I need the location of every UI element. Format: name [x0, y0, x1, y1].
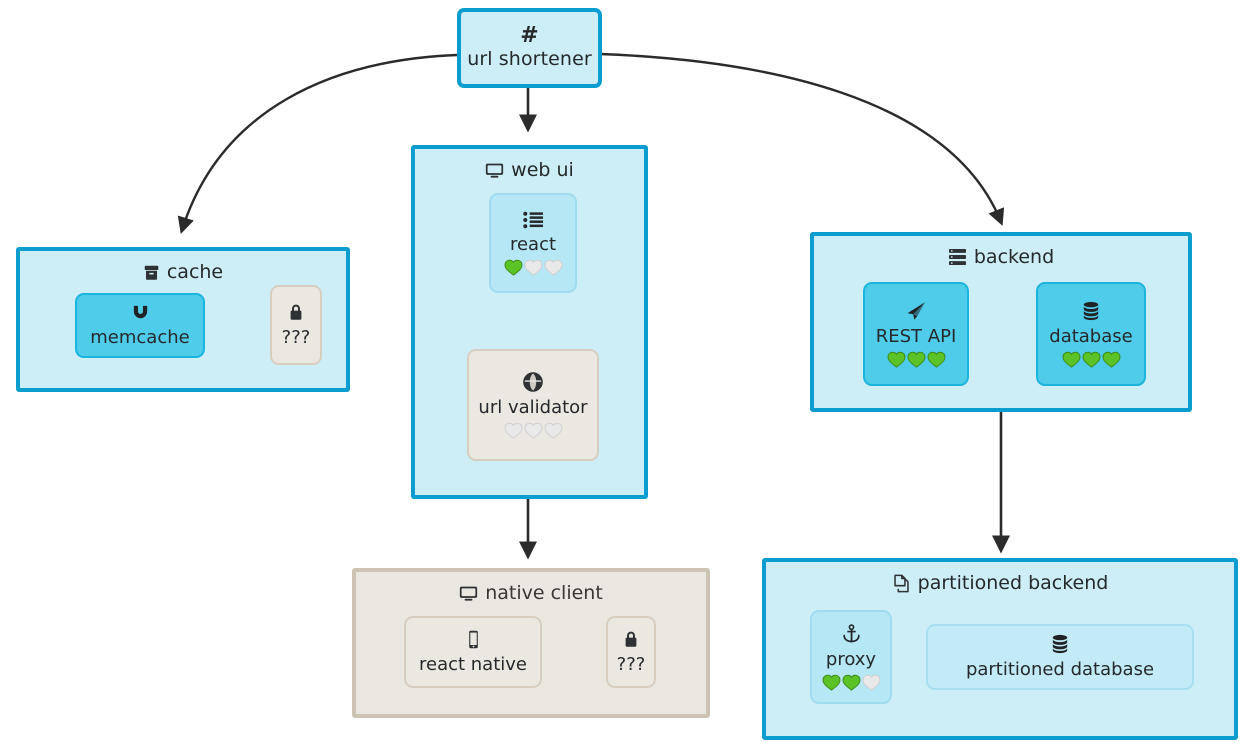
server-rack-icon	[948, 248, 967, 266]
globe-icon	[523, 371, 543, 392]
health-hearts-url-validator	[504, 422, 563, 439]
container-label: cache	[166, 261, 224, 283]
list-icon	[522, 211, 544, 229]
node-label: REST API	[875, 325, 957, 347]
container-native-client[interactable]: native client react native ???	[352, 568, 710, 718]
node-partitioned-database[interactable]: partitioned database	[926, 624, 1194, 690]
node-url-shortener[interactable]: # url shortener	[457, 8, 602, 88]
container-label: backend	[973, 246, 1055, 268]
database-icon	[1081, 301, 1101, 321]
node-label: react	[509, 233, 557, 255]
desktop-monitor-icon	[459, 585, 478, 602]
health-hearts-react	[504, 259, 563, 276]
node-label: react native	[418, 653, 527, 675]
container-title-web-ui: web ui	[415, 159, 644, 181]
container-label: partitioned backend	[917, 572, 1109, 594]
node-react-native[interactable]: react native	[404, 616, 542, 688]
container-label: web ui	[511, 159, 574, 181]
edge-root-to-backend	[599, 52, 1005, 226]
health-hearts-database	[1062, 351, 1121, 368]
node-url-validator[interactable]: url validator	[467, 349, 599, 461]
lock-icon	[623, 630, 639, 649]
container-title-backend: backend	[814, 246, 1188, 268]
hash-icon: #	[520, 23, 539, 48]
node-rest-api[interactable]: REST API	[863, 282, 969, 386]
node-database[interactable]: database	[1036, 282, 1146, 386]
node-proxy[interactable]: proxy	[810, 610, 892, 704]
container-title-partitioned-backend: partitioned backend	[766, 572, 1234, 594]
node-react[interactable]: react	[489, 193, 577, 293]
archive-box-icon	[143, 264, 160, 281]
database-icon	[1050, 634, 1070, 654]
node-memcache[interactable]: memcache	[75, 293, 205, 358]
container-cache[interactable]: cache memcache ???	[16, 247, 350, 392]
node-cache-unknown[interactable]: ???	[270, 285, 322, 365]
container-label: native client	[485, 582, 603, 604]
node-label: memcache	[90, 327, 190, 348]
node-label: database	[1049, 325, 1133, 347]
node-label: partitioned database	[965, 659, 1155, 680]
health-hearts-rest-api	[887, 351, 946, 368]
copy-pages-icon	[892, 574, 911, 593]
node-label: ???	[281, 326, 311, 348]
container-web-ui[interactable]: web ui react url validator	[411, 145, 648, 499]
node-label: url validator	[478, 396, 588, 418]
node-label: proxy	[825, 648, 877, 670]
lock-icon	[288, 303, 304, 322]
mobile-phone-icon	[467, 630, 480, 649]
health-hearts-proxy	[822, 674, 881, 691]
architecture-diagram-canvas: # url shortener cache memcache ??? web u…	[0, 0, 1252, 752]
container-backend[interactable]: backend REST API database	[810, 232, 1192, 412]
paper-plane-icon	[905, 301, 927, 321]
container-title-native-client: native client	[356, 582, 706, 604]
node-label: ???	[616, 653, 646, 675]
anchor-icon	[842, 623, 861, 644]
container-partitioned-backend[interactable]: partitioned backend proxy partitioned da…	[762, 558, 1238, 740]
node-native-unknown[interactable]: ???	[606, 616, 656, 688]
node-label: url shortener	[467, 48, 592, 70]
magnet-icon	[130, 303, 151, 322]
container-title-cache: cache	[20, 261, 346, 283]
desktop-monitor-icon	[485, 162, 504, 179]
